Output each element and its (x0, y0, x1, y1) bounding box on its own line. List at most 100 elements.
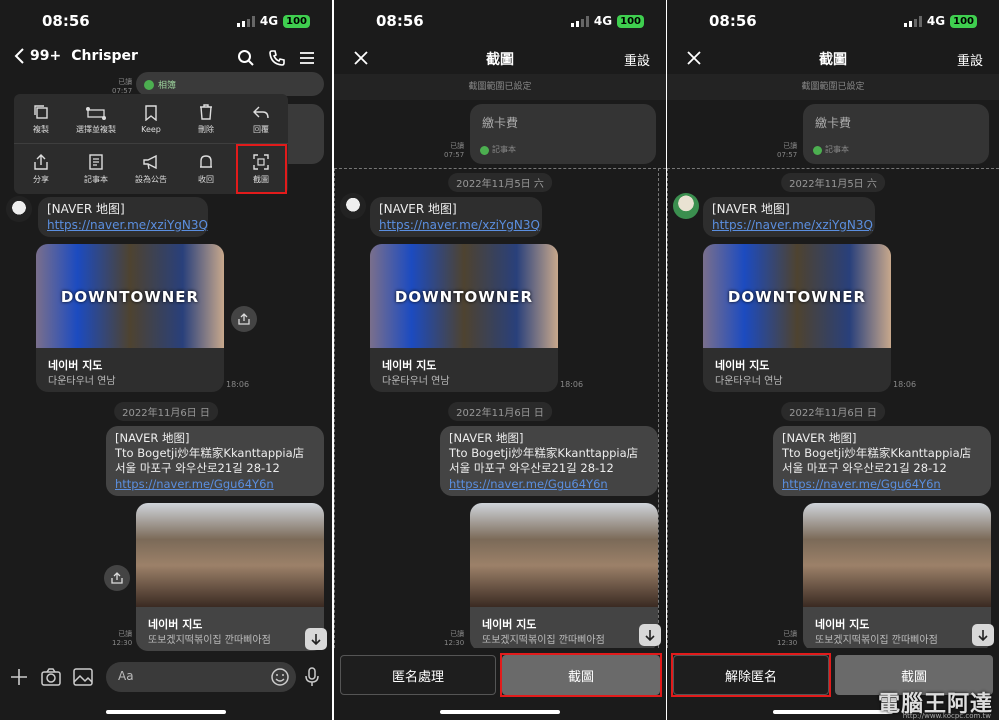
date-separator: 2022年11月5日 六 (781, 173, 885, 192)
shop-photo (136, 503, 324, 607)
anonymous-avatar (673, 193, 699, 219)
mic-icon[interactable] (305, 667, 319, 687)
map-card[interactable]: 네이버 지도 또보겠지떡볶이집 깐따삐아점 (470, 503, 658, 651)
menu-select-copy[interactable]: 選擇並複製 (69, 94, 123, 144)
naver-link-bubble[interactable]: [NAVER 地图] https://naver.me/xziYgN3Q (703, 197, 875, 237)
card-title: 네이버 지도 (48, 359, 103, 372)
status-right: 4G 100 (903, 14, 977, 28)
bookmark-icon (145, 104, 157, 121)
read-status: 已讀 12:30 (444, 630, 465, 647)
anonymize-button[interactable]: 匿名處理 (340, 655, 496, 695)
range-notice: 截圖範圍已設定 (667, 74, 999, 100)
share-icon (238, 313, 250, 325)
page-title: 截圖 (819, 52, 847, 68)
avatar[interactable] (6, 196, 32, 222)
read-status: 已讀 07:57 (444, 142, 465, 159)
read-status: 已讀 12:30 (112, 630, 133, 647)
battery-badge: 100 (950, 14, 977, 28)
address-bubble[interactable]: [NAVER 地图] Tto Bogetji炒年糕家Kkanttappia店 서… (106, 426, 324, 496)
top-photo-bubble[interactable]: 相簿 (136, 72, 324, 96)
megaphone-icon (143, 154, 157, 169)
menu-unsend[interactable]: 收回 (179, 144, 233, 194)
msg-title: [NAVER 地图] (47, 202, 125, 216)
page-title: 截圖 (486, 52, 514, 68)
map-card[interactable]: 네이버 지도 또보겠지떡볶이집 깐따삐아점 (803, 503, 991, 651)
note-icon (89, 153, 103, 170)
share-icon (34, 153, 48, 170)
camera-icon[interactable] (41, 668, 61, 686)
naver-link-bubble[interactable]: [NAVER 地图] https://naver.me/xziYgN3Q (370, 197, 542, 237)
map-card[interactable]: DOWNTOWNER 네이버 지도 다운타우너 연남 (370, 244, 558, 392)
menu-note[interactable]: 記事本 (69, 144, 123, 194)
select-copy-icon (86, 106, 106, 120)
screenshot-panel-anon: 08:56 4G 100 截圖 重設 截圖範圍已設定 繳卡費 記事本 已讀 07:… (334, 0, 666, 720)
emoji-icon[interactable] (270, 667, 290, 687)
signal-icon (903, 15, 922, 27)
address-bubble[interactable]: [NAVER 地图] Tto Bogetji炒年糕家Kkanttappia店 서… (773, 426, 991, 496)
scroll-down-button[interactable] (305, 628, 327, 650)
note-card[interactable]: 繳卡費 記事本 (803, 104, 989, 164)
message-input[interactable]: Aa (106, 662, 296, 692)
screenshot: 08:56 4G 100 99+ Chrisper 相簿 已讀 07:57 複製 … (0, 0, 1000, 720)
scroll-down-button[interactable] (972, 624, 994, 646)
chat-title: Chrisper (71, 48, 138, 64)
map-card[interactable]: 네이버 지도 또보겠지떡볶이집 깐따삐아점 (136, 503, 324, 651)
share-button[interactable] (104, 565, 130, 591)
album-icon (144, 80, 154, 90)
map-card[interactable]: DOWNTOWNER 네이버 지도 다운타우너 연남 (36, 244, 224, 392)
chat-panel-menu: 08:56 4G 100 99+ Chrisper 相簿 已讀 07:57 複製 … (0, 0, 332, 720)
bell-icon (200, 154, 212, 168)
menu-share[interactable]: 分享 (14, 144, 68, 194)
card-subtitle: 다운타우너 연남 (48, 376, 116, 387)
status-right: 4G 100 (570, 14, 644, 28)
naver-link-bubble[interactable]: [NAVER 地图] https://naver.me/xziYgN3Q (38, 197, 208, 237)
battery-badge: 100 (617, 14, 644, 28)
home-indicator (440, 710, 560, 714)
date-separator: 2022年11月6日 日 (781, 402, 885, 421)
shop-photo (470, 503, 658, 607)
share-button[interactable] (231, 306, 257, 332)
reset-button[interactable]: 重設 (957, 50, 983, 69)
status-time: 08:56 (376, 12, 424, 30)
avatar (340, 193, 366, 219)
reset-button[interactable]: 重設 (624, 50, 650, 69)
arrow-down-icon (978, 630, 988, 641)
card-time: 18:06 (226, 380, 250, 389)
shop-photo (803, 503, 991, 607)
menu-delete[interactable]: 刪除 (179, 94, 233, 144)
menu-keep[interactable]: Keep (124, 94, 178, 144)
map-card[interactable]: DOWNTOWNER 네이버 지도 다운타우너 연남 (703, 244, 891, 392)
note-card[interactable]: 繳卡費 記事本 (470, 104, 656, 164)
menu-announce[interactable]: 設為公告 (124, 144, 178, 194)
menu-icon[interactable] (299, 50, 315, 66)
menu-reply[interactable]: 回覆 (234, 94, 288, 144)
address-bubble[interactable]: [NAVER 地图] Tto Bogetji炒年糕家Kkanttappia店 서… (440, 426, 658, 496)
chevron-left-icon (14, 48, 24, 64)
arrow-down-icon (311, 634, 321, 645)
share-icon (111, 572, 123, 584)
scroll-down-button[interactable] (639, 624, 661, 646)
album-label: 相簿 (158, 81, 177, 91)
selection-top-edge (334, 168, 666, 169)
msg-link[interactable]: https://naver.me/xziYgN3Q (47, 218, 208, 233)
unanonymize-highlight (671, 653, 831, 697)
menu-copy[interactable]: 複製 (14, 94, 68, 144)
arrow-down-icon (645, 630, 655, 641)
date-separator: 2022年11月5日 六 (448, 173, 552, 192)
read-status: 已讀 12:30 (777, 630, 798, 647)
phone-icon[interactable] (268, 49, 286, 67)
restaurant-photo: DOWNTOWNER (370, 244, 558, 348)
signal-icon (236, 15, 255, 27)
screenshot-highlight (236, 144, 287, 194)
home-indicator (106, 710, 226, 714)
home-indicator (773, 710, 893, 714)
unread-count: 99+ (30, 48, 62, 64)
selection-top-edge (667, 168, 999, 169)
reply-icon (253, 106, 269, 118)
image-icon[interactable] (73, 668, 93, 686)
plus-icon[interactable] (10, 668, 28, 686)
read-status: 已讀 07:57 (777, 142, 798, 159)
back-button[interactable]: 99+ Chrisper (14, 48, 138, 64)
search-icon[interactable] (237, 49, 255, 67)
restaurant-photo: DOWNTOWNER (36, 244, 224, 348)
